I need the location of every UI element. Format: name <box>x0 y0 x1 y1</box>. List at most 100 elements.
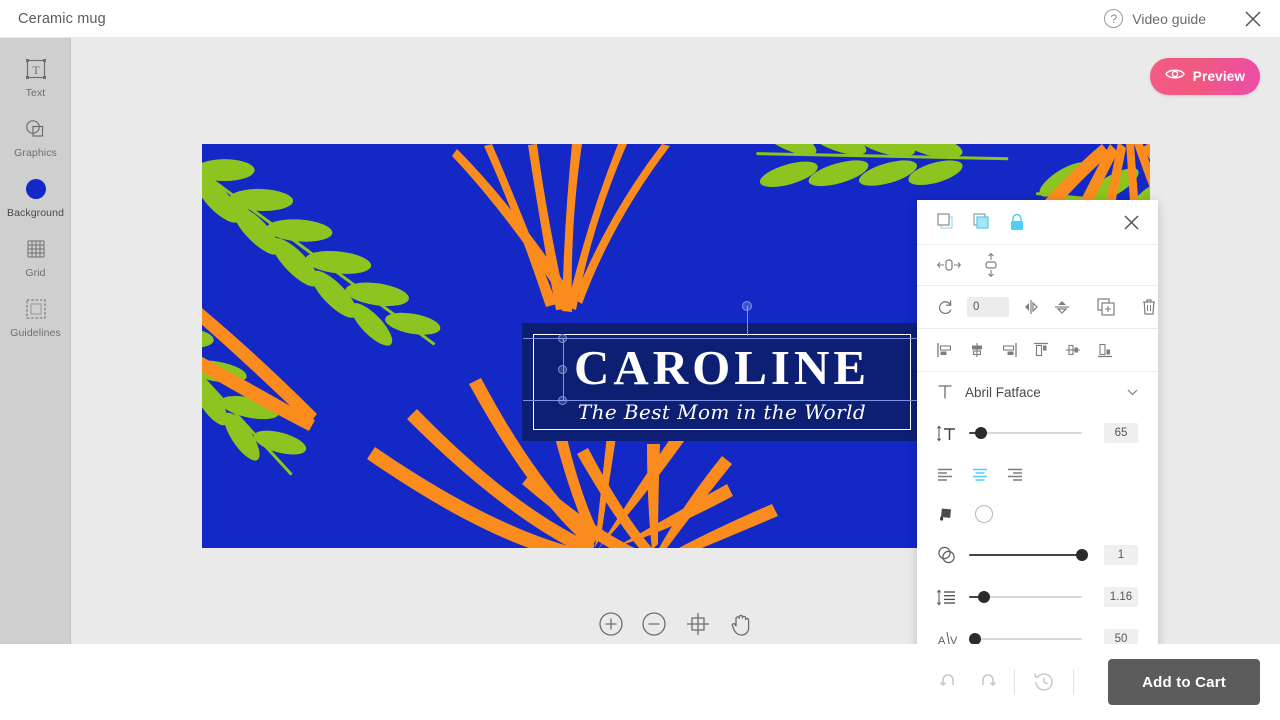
canvas-zoom-toolbar <box>596 604 756 644</box>
bring-to-front-icon[interactable] <box>937 213 955 231</box>
text-align-left-icon[interactable] <box>937 468 953 481</box>
font-family-icon <box>937 384 953 400</box>
resize-handle-bottom-left[interactable] <box>558 396 567 405</box>
add-to-cart-label: Add to Cart <box>1142 673 1226 691</box>
align-right-icon[interactable] <box>1001 342 1017 358</box>
fill-color-row <box>917 494 1158 534</box>
align-row <box>917 329 1158 371</box>
text-align-right-icon[interactable] <box>1007 468 1023 481</box>
align-center-horizontal-icon[interactable] <box>969 342 985 358</box>
sidebar-item-label: Text <box>25 87 46 99</box>
pan-hand-icon[interactable] <box>727 609 757 639</box>
sidebar-item-guidelines[interactable]: Guidelines <box>0 296 71 356</box>
left-tool-rail: T Text Graphics Background Grid Guidelin… <box>0 38 71 644</box>
fit-width-icon[interactable] <box>937 257 961 273</box>
sidebar-item-background[interactable]: Background <box>0 176 71 236</box>
font-size-slider[interactable] <box>969 427 1082 439</box>
editor-stage: Preview CAROLINE The Best Mom in the Wor… <box>71 38 1280 664</box>
text-align-row <box>917 454 1158 494</box>
redo-icon[interactable] <box>968 665 1002 699</box>
font-family-name: Abril Fatface <box>965 384 1041 400</box>
panel-close-icon[interactable] <box>1120 211 1142 233</box>
eye-icon <box>1164 67 1185 86</box>
question-mark-icon: ? <box>1104 9 1124 28</box>
preview-label: Preview <box>1192 69 1246 84</box>
add-to-cart-button[interactable]: Add to Cart <box>1108 659 1260 705</box>
guidelines-frame-icon <box>25 296 47 322</box>
sidebar-item-text[interactable]: T Text <box>0 56 71 116</box>
headline-text: CAROLINE <box>573 339 871 395</box>
video-guide-button[interactable]: ? Video guide <box>1104 9 1206 28</box>
rotate-icon[interactable] <box>937 299 954 316</box>
line-height-control: 1.16 <box>917 576 1158 618</box>
page-title: Ceramic mug <box>18 10 106 27</box>
font-size-value: 65 <box>1104 423 1138 443</box>
align-middle-vertical-icon[interactable] <box>1065 342 1081 358</box>
font-family-selector[interactable]: Abril Fatface <box>917 372 1158 412</box>
resize-handle-middle-left[interactable] <box>558 365 567 374</box>
rotate-handle[interactable] <box>742 301 752 311</box>
transform-row <box>917 286 1158 328</box>
grid-icon <box>26 236 46 262</box>
slider-knob[interactable] <box>1076 549 1088 561</box>
svg-text:T: T <box>32 63 40 77</box>
text-box-icon: T <box>25 56 47 82</box>
duplicate-icon[interactable] <box>1097 298 1115 316</box>
preview-button[interactable]: Preview <box>1150 58 1260 95</box>
sidebar-item-label: Background <box>6 207 65 219</box>
filled-circle-icon <box>24 176 48 202</box>
subline-text: The Best Mom in the World <box>577 399 867 424</box>
flip-vertical-icon[interactable] <box>1053 299 1071 315</box>
close-icon[interactable] <box>1242 8 1264 30</box>
text-properties-panel: Abril Fatface 65 <box>917 200 1158 664</box>
undo-icon[interactable] <box>934 665 968 699</box>
fit-tools-row <box>917 245 1158 285</box>
video-guide-label: Video guide <box>1132 10 1206 27</box>
trash-icon[interactable] <box>1141 298 1157 316</box>
opacity-value: 1 <box>1104 545 1138 565</box>
flip-horizontal-icon[interactable] <box>1022 299 1040 315</box>
bottom-bar: Add to Cart <box>0 644 1280 720</box>
line-height-slider[interactable] <box>969 591 1082 603</box>
align-top-icon[interactable] <box>1033 342 1049 358</box>
opacity-slider[interactable] <box>969 549 1088 561</box>
sidebar-item-label: Graphics <box>14 147 57 159</box>
design-editor-app: Ceramic mug ? Video guide T Text Graphic… <box>0 0 1280 720</box>
rotate-value-input[interactable] <box>967 297 1009 317</box>
sidebar-item-label: Grid <box>25 267 46 279</box>
line-height-value: 1.16 <box>1104 587 1138 607</box>
opacity-icon <box>937 546 957 564</box>
lock-icon[interactable] <box>1009 213 1025 231</box>
sidebar-item-graphics[interactable]: Graphics <box>0 116 71 176</box>
fit-height-icon[interactable] <box>983 253 999 277</box>
fit-to-screen-icon[interactable] <box>683 609 713 639</box>
color-swatch-icon[interactable] <box>975 505 993 523</box>
slider-knob[interactable] <box>975 427 988 439</box>
divider <box>1073 669 1074 695</box>
slider-knob[interactable] <box>977 591 990 603</box>
zoom-in-icon[interactable] <box>596 609 626 639</box>
font-size-control: 65 <box>917 412 1158 454</box>
send-to-back-icon[interactable] <box>973 213 991 231</box>
font-size-icon <box>937 425 957 442</box>
design-text-block[interactable]: CAROLINE The Best Mom in the World <box>522 323 922 441</box>
opacity-control: 1 <box>917 534 1158 576</box>
chevron-down-icon <box>1127 383 1138 401</box>
history-clock-icon[interactable] <box>1027 665 1061 699</box>
align-left-icon[interactable] <box>937 342 953 358</box>
divider <box>1014 669 1015 695</box>
line-height-icon <box>937 589 957 606</box>
zoom-out-icon[interactable] <box>640 609 670 639</box>
selection-guide-top <box>523 338 943 339</box>
resize-handle-top-left[interactable] <box>558 334 567 343</box>
letter-spacing-slider[interactable] <box>969 633 1082 645</box>
text-align-center-icon[interactable] <box>972 468 988 481</box>
paint-bucket-icon[interactable] <box>937 504 957 524</box>
sidebar-item-label: Guidelines <box>10 327 61 339</box>
sidebar-item-grid[interactable]: Grid <box>0 236 71 296</box>
shapes-icon <box>24 116 48 142</box>
panel-header <box>917 200 1158 244</box>
top-bar: Ceramic mug ? Video guide <box>0 0 1280 38</box>
top-bar-actions: ? Video guide <box>1104 8 1280 30</box>
align-bottom-icon[interactable] <box>1097 342 1113 358</box>
